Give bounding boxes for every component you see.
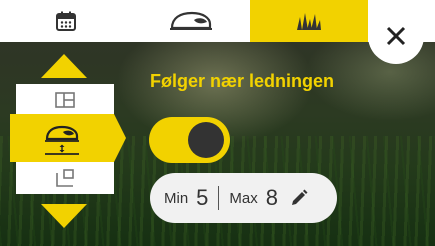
close-button[interactable] xyxy=(368,8,424,64)
menu-item-guide-wire[interactable] xyxy=(10,114,114,162)
tab-schedule[interactable] xyxy=(0,0,132,42)
max-value: 8 xyxy=(265,185,279,210)
max-label: Max xyxy=(229,189,258,207)
edit-button[interactable] xyxy=(290,189,308,207)
calendar-icon xyxy=(56,11,76,31)
min-value: 5 xyxy=(196,185,209,210)
tab-garden[interactable] xyxy=(250,0,368,42)
close-icon xyxy=(386,26,406,46)
grass-icon xyxy=(297,13,321,30)
menu-item-boundary[interactable] xyxy=(16,164,114,192)
scroll-up-arrow[interactable] xyxy=(41,54,87,78)
toggle-knob xyxy=(188,122,224,158)
follow-wire-toggle[interactable] xyxy=(149,117,230,163)
menu-item-area[interactable] xyxy=(16,86,114,114)
setting-title: Følger nær ledningen xyxy=(150,71,335,91)
min-label: Min xyxy=(164,189,189,207)
tab-mower[interactable] xyxy=(132,0,250,42)
robot-mower-icon xyxy=(170,11,212,30)
boundary-corner-icon xyxy=(56,169,74,187)
scroll-down-arrow[interactable] xyxy=(41,204,87,228)
active-item-pointer xyxy=(114,114,126,162)
pencil-icon xyxy=(292,189,308,205)
mower-height-icon xyxy=(45,125,79,155)
area-layout-icon xyxy=(55,92,75,108)
range-divider xyxy=(218,186,220,210)
distance-range-control[interactable]: Min 5 Max 8 xyxy=(150,173,337,223)
